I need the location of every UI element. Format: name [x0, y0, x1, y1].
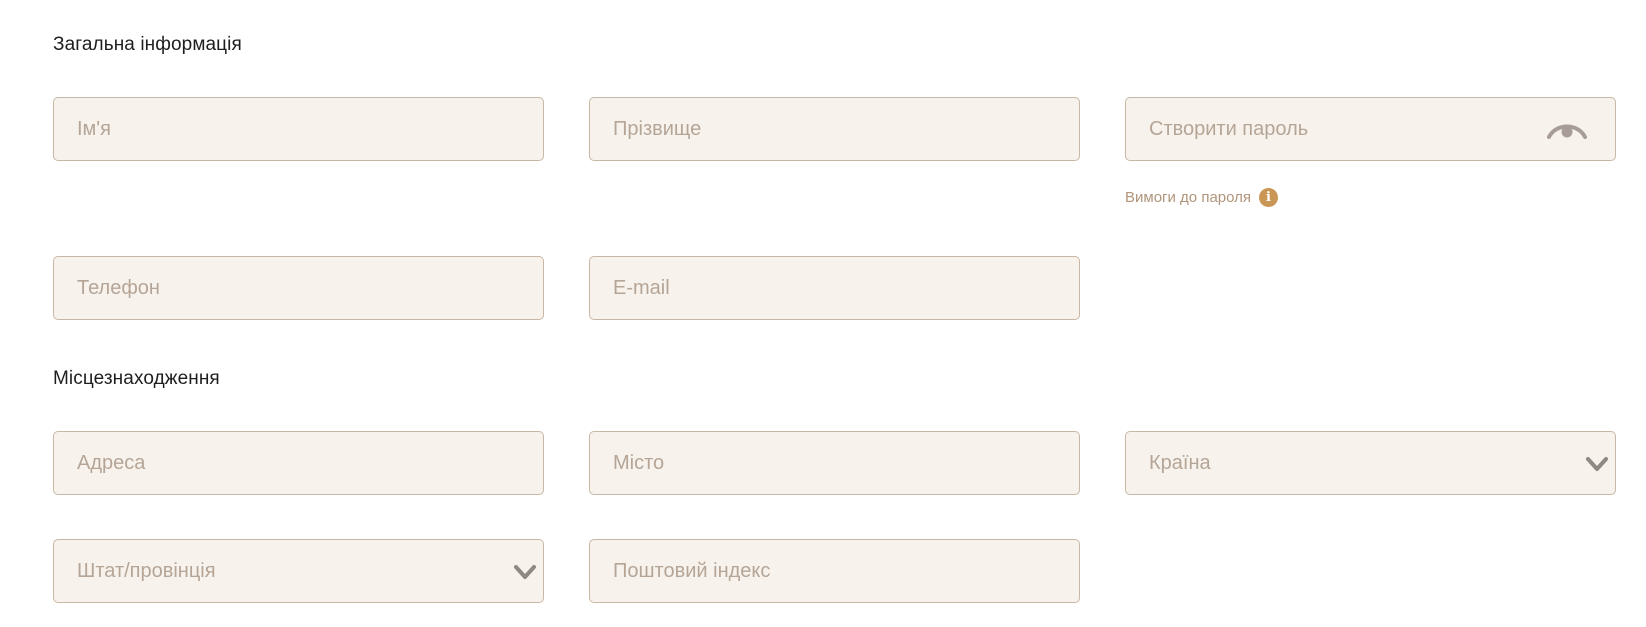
state-select[interactable]: Штат/провінція: [53, 539, 544, 603]
password-input[interactable]: [1126, 98, 1615, 160]
info-icon[interactable]: i: [1259, 188, 1279, 207]
eye-icon[interactable]: [1547, 120, 1587, 140]
last-name-field[interactable]: [589, 97, 1080, 161]
city-input[interactable]: [590, 432, 1079, 494]
phone-field[interactable]: [53, 256, 544, 320]
country-select[interactable]: Країна: [1125, 431, 1616, 495]
zip-input[interactable]: [590, 540, 1079, 602]
last-name-input[interactable]: [590, 98, 1079, 160]
chevron-down-icon[interactable]: [513, 560, 537, 584]
phone-input[interactable]: [54, 257, 543, 319]
country-select-value: Країна: [1149, 451, 1211, 474]
city-field[interactable]: [589, 431, 1080, 495]
state-select-value: Штат/провінція: [77, 559, 216, 582]
email-field[interactable]: [589, 256, 1080, 320]
email-input[interactable]: [590, 257, 1079, 319]
section-title-general: Загальна інформація: [53, 34, 242, 55]
section-title-location: Місцезнаходження: [53, 368, 220, 389]
address-input[interactable]: [54, 432, 543, 494]
registration-form: Загальна інформація Вимоги до пароля i М…: [0, 0, 1646, 627]
first-name-input[interactable]: [54, 98, 543, 160]
address-field[interactable]: [53, 431, 544, 495]
password-requirements-link[interactable]: Вимоги до пароля i: [1125, 188, 1279, 207]
password-requirements-label: Вимоги до пароля: [1125, 189, 1252, 206]
first-name-field[interactable]: [53, 97, 544, 161]
zip-field[interactable]: [589, 539, 1080, 603]
password-field[interactable]: [1125, 97, 1616, 161]
chevron-down-icon[interactable]: [1585, 452, 1609, 476]
